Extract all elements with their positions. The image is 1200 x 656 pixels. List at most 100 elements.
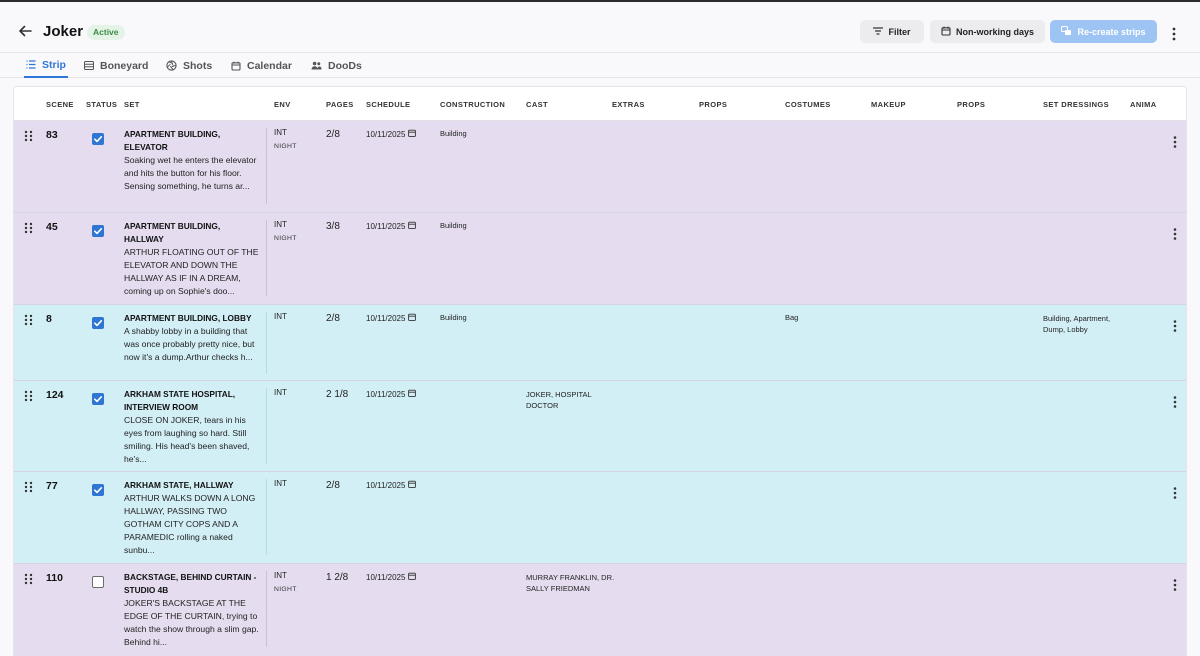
col-header-status[interactable]: STATUS: [86, 100, 117, 109]
col-header-makeup[interactable]: MAKEUP: [871, 100, 906, 109]
row-more-icon[interactable]: [1169, 227, 1181, 241]
row-more-icon[interactable]: [1169, 578, 1181, 592]
table-row[interactable]: 8 APARTMENT BUILDING, LOBBY A shabby lob…: [14, 305, 1186, 381]
col-header-extras[interactable]: EXTRAS: [612, 100, 645, 109]
row-more-icon[interactable]: [1169, 319, 1181, 333]
construction-value: Building: [440, 313, 467, 322]
tab-doods[interactable]: DooDs: [309, 53, 364, 78]
set-dressings-value: Building, Apartment, Dump, Lobby: [1043, 314, 1111, 334]
schedule-date[interactable]: 10/11/2025: [366, 221, 417, 231]
page-title: Joker: [43, 23, 84, 40]
table-row[interactable]: 45 APARTMENT BUILDING, HALLWAY ARTHUR FL…: [14, 213, 1186, 305]
status-checkbox[interactable]: [92, 393, 104, 405]
env-time: NIGHT: [274, 235, 297, 242]
set-title: BACKSTAGE, BEHIND CURTAIN - STUDIO 4B: [124, 572, 257, 595]
calendar-icon: [231, 61, 241, 71]
drag-handle-icon[interactable]: [24, 129, 33, 142]
scene-number: 110: [46, 572, 63, 584]
more-options-icon[interactable]: [1167, 26, 1181, 42]
schedule-date[interactable]: 10/11/2025: [366, 129, 417, 139]
status-checkbox[interactable]: [92, 225, 104, 237]
table-row[interactable]: 124 ARKHAM STATE HOSPITAL, INTERVIEW ROO…: [14, 381, 1186, 472]
scene-number: 8: [46, 313, 52, 325]
env-value: INT: [274, 571, 287, 580]
drag-handle-icon[interactable]: [24, 313, 33, 326]
table-row[interactable]: 77 ARKHAM STATE, HALLWAY ARTHUR WALKS DO…: [14, 472, 1186, 564]
cast-value: MURRAY FRANKLIN, DR. SALLY FRIEDMAN: [526, 573, 615, 593]
col-header-props-2[interactable]: PROPS: [957, 100, 985, 109]
tab-doods-label: DooDs: [328, 59, 362, 72]
tab-strip-label: Strip: [42, 58, 66, 71]
tab-shots[interactable]: Shots: [164, 53, 214, 78]
set-description: A shabby lobby in a building that was on…: [124, 326, 255, 362]
set-cell: ARKHAM STATE, HALLWAY ARTHUR WALKS DOWN …: [124, 479, 267, 555]
recreate-strips-button[interactable]: Re-create strips: [1050, 20, 1157, 43]
schedule-date[interactable]: 10/11/2025: [366, 572, 417, 582]
pages-value: 2/8: [326, 129, 340, 140]
row-more-icon[interactable]: [1169, 135, 1181, 149]
col-header-scene[interactable]: SCENE: [46, 100, 74, 109]
drag-handle-icon[interactable]: [24, 480, 33, 493]
set-title: APARTMENT BUILDING, LOBBY: [124, 313, 252, 323]
col-header-animals[interactable]: ANIMA: [1130, 100, 1157, 109]
calendar-icon: [408, 313, 417, 323]
schedule-date[interactable]: 10/11/2025: [366, 480, 417, 490]
pages-value: 2 1/8: [326, 389, 349, 400]
col-header-set[interactable]: SET: [124, 100, 140, 109]
cast-value: JOKER, HOSPITAL DOCTOR: [526, 390, 592, 410]
col-header-props[interactable]: PROPS: [699, 100, 727, 109]
set-title: APARTMENT BUILDING, ELEVATOR: [124, 129, 221, 152]
status-badge: Active: [87, 25, 125, 40]
col-header-construction[interactable]: CONSTRUCTION: [440, 100, 505, 109]
set-description: CLOSE ON JOKER, tears in his eyes from l…: [124, 415, 250, 464]
view-tabs: Strip Boneyard Shots Calendar DooDs: [0, 52, 1200, 78]
pages-value: 3/8: [326, 221, 340, 232]
row-more-icon[interactable]: [1169, 486, 1181, 500]
col-header-cast[interactable]: CAST: [526, 100, 548, 109]
scene-number: 83: [46, 129, 58, 141]
set-cell: APARTMENT BUILDING, LOBBY A shabby lobby…: [124, 312, 267, 374]
construction-value: Building: [440, 221, 467, 230]
calendar-icon: [941, 26, 951, 38]
col-header-env[interactable]: ENV: [274, 100, 291, 109]
tab-calendar[interactable]: Calendar: [229, 53, 294, 78]
status-checkbox[interactable]: [92, 576, 104, 588]
col-header-costumes[interactable]: COSTUMES: [785, 100, 831, 109]
list-icon: [26, 60, 36, 69]
stack-icon: [84, 61, 94, 70]
col-header-set-dressings[interactable]: SET DRESSINGS: [1043, 100, 1109, 109]
drag-handle-icon[interactable]: [24, 389, 33, 402]
calendar-icon: [408, 572, 417, 582]
drag-handle-icon[interactable]: [24, 221, 33, 234]
schedule-date-text: 10/11/2025: [366, 313, 406, 323]
pages-value: 1 2/8: [326, 572, 349, 583]
env-value: INT: [274, 220, 287, 229]
col-header-pages[interactable]: PAGES: [326, 100, 354, 109]
construction-value: Building: [440, 129, 467, 138]
page-header: Joker Active Filter Non-working days Re-…: [0, 2, 1200, 52]
schedule-date[interactable]: 10/11/2025: [366, 313, 417, 323]
set-description: Soaking wet he enters the elevator and h…: [124, 155, 257, 191]
env-value: INT: [274, 312, 287, 321]
set-cell: ARKHAM STATE HOSPITAL, INTERVIEW ROOM CL…: [124, 388, 267, 464]
tab-strip[interactable]: Strip: [24, 53, 68, 78]
table-row[interactable]: 110 BACKSTAGE, BEHIND CURTAIN - STUDIO 4…: [14, 564, 1186, 656]
tab-boneyard[interactable]: Boneyard: [82, 53, 150, 78]
status-checkbox[interactable]: [92, 317, 104, 329]
status-checkbox[interactable]: [92, 484, 104, 496]
tab-calendar-label: Calendar: [247, 59, 292, 72]
tab-shots-label: Shots: [183, 59, 213, 72]
status-checkbox[interactable]: [92, 133, 104, 145]
non-working-days-button[interactable]: Non-working days: [930, 20, 1045, 43]
set-description: ARTHUR FLOATING OUT OF THE ELEVATOR AND …: [124, 247, 259, 296]
filter-button[interactable]: Filter: [860, 20, 924, 43]
table-row[interactable]: 83 APARTMENT BUILDING, ELEVATOR Soaking …: [14, 121, 1186, 213]
recreate-strips-label: Re-create strips: [1077, 26, 1146, 37]
env-time: NIGHT: [274, 586, 297, 593]
row-more-icon[interactable]: [1169, 395, 1181, 409]
drag-handle-icon[interactable]: [24, 572, 33, 585]
schedule-date[interactable]: 10/11/2025: [366, 389, 417, 399]
schedule-date-text: 10/11/2025: [366, 389, 406, 399]
back-arrow-icon[interactable]: [16, 22, 34, 40]
col-header-schedule[interactable]: SCHEDULE: [366, 100, 410, 109]
